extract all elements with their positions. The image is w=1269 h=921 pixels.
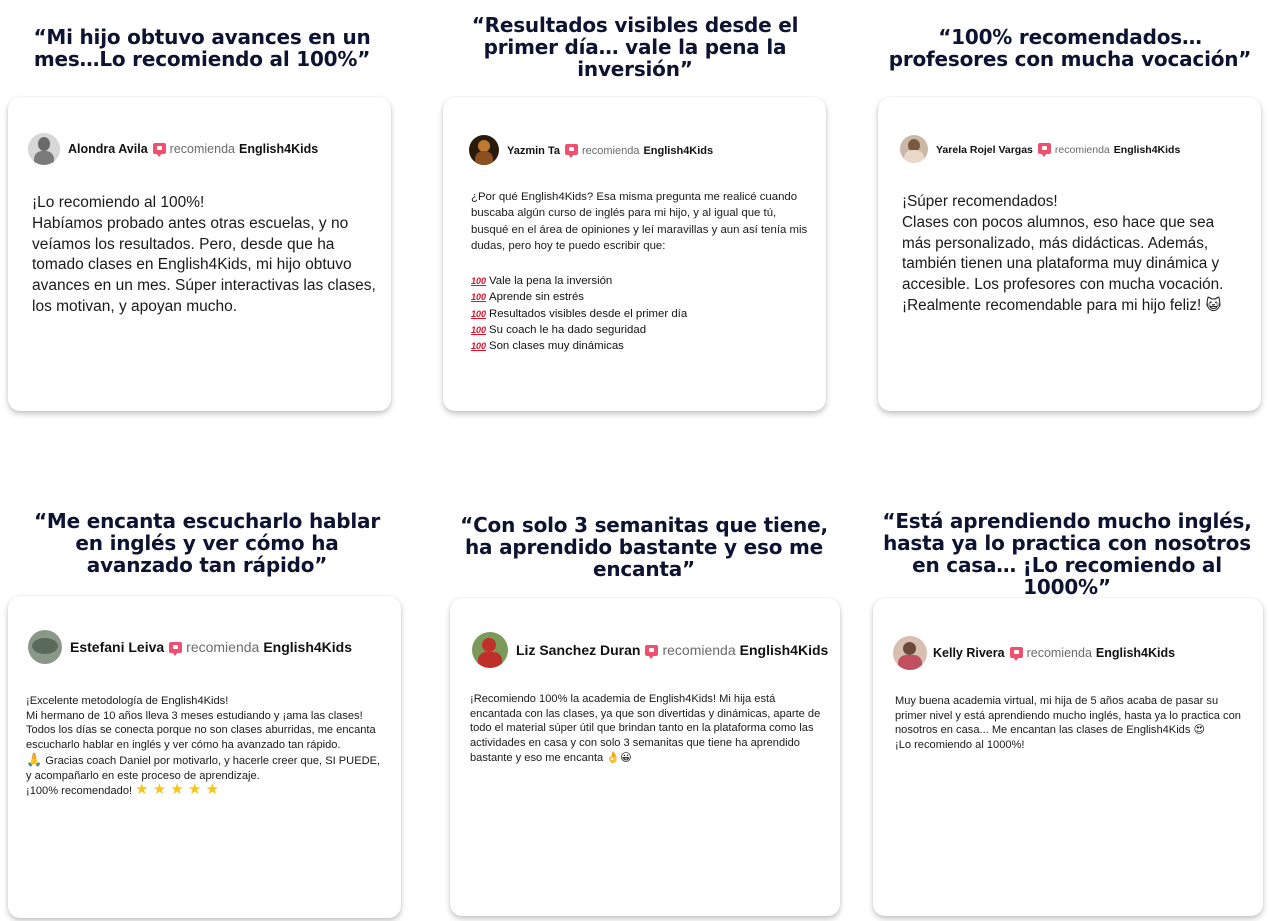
avatar (472, 632, 508, 668)
author-name[interactable]: Alondra Avila (68, 142, 148, 156)
testimonial-headline-4: “Me encanta escucharlo hablar en inglés … (33, 509, 381, 577)
author-name[interactable]: Yarela Rojel Vargas (936, 144, 1033, 156)
review-text: ¡Excelente metodología de English4Kids! … (26, 695, 376, 752)
avatar (893, 636, 927, 670)
benefits-list: 100 Vale la pena la inversión 100 Aprende … (471, 273, 687, 354)
review-text: ¡Súper recomendados! Clases con pocos al… (902, 193, 1224, 314)
avatar (28, 133, 60, 165)
recommend-icon (564, 143, 578, 158)
recommend-label: recomienda (186, 639, 260, 655)
list-item: 100 Vale la pena la inversión (471, 273, 687, 289)
testimonial-headline-2: “Resultados visibles desde el primer día… (471, 13, 799, 81)
heart-eyes-icon: 😍 (1193, 724, 1206, 737)
avatar (900, 135, 928, 163)
review-text: Muy buena academia virtual, mi hija de 5… (895, 695, 1245, 737)
testimonial-card-6: Kelly Rivera recomienda English4Kids Muy b… (873, 598, 1263, 916)
closing-line: ¡100% recomendado! ★ ★ ★ ★ ★ (26, 781, 220, 799)
brand-link[interactable]: English4Kids (1114, 144, 1181, 156)
brand-link[interactable]: English4Kids (263, 639, 352, 655)
testimonial-headline-6: “Está aprendiendo mucho inglés, hasta ya… (882, 509, 1252, 599)
brand-link[interactable]: English4Kids (643, 145, 713, 157)
list-item: 100 Resultados visibles desde el primer d… (471, 306, 687, 322)
recommend-icon (1037, 142, 1051, 157)
author-name[interactable]: Estefani Leiva (70, 639, 164, 655)
emoji-icons: 👌😀 (606, 751, 632, 764)
thanks-line: 🙏 Gracias coach Daniel por motivarlo, y … (26, 751, 381, 782)
hundred-points-icon: 100 (471, 341, 487, 352)
brand-link[interactable]: English4Kids (740, 642, 829, 658)
avatar (28, 630, 62, 664)
brand-link[interactable]: English4Kids (1096, 646, 1175, 660)
cat-emoji-icon: 😺 (1205, 296, 1222, 314)
recommend-icon (152, 143, 166, 157)
closing-line: ¡Lo recomiendo al 1000%! (895, 739, 1025, 752)
recommend-label: recomienda (662, 642, 736, 658)
hundred-points-icon: 100 (471, 308, 487, 319)
recommend-label: recomienda (581, 144, 640, 157)
hundred-points-icon: 100 (471, 292, 487, 303)
review-text: ¿Por qué English4Kids? Esa misma pregunt… (471, 191, 811, 252)
testimonial-card-4: Estefani Leiva recomienda English4Kids ¡Ex… (8, 596, 401, 918)
praying-hands-icon: 🙏 (26, 751, 43, 767)
testimonial-card-5: Liz Sanchez Duran recomienda English4Kids … (450, 598, 840, 916)
hundred-points-icon: 100 (471, 324, 487, 335)
recommend-icon (1009, 647, 1023, 661)
list-item: 100 Su coach le ha dado seguridad (471, 322, 687, 338)
star-icons: ★ ★ ★ ★ ★ (135, 781, 220, 799)
list-item: 100 Son clases muy dinámicas (471, 338, 687, 354)
avatar (469, 135, 499, 165)
testimonial-headline-3: “100% recomendados… profesores con mucha… (888, 25, 1252, 71)
brand-link[interactable]: English4Kids (239, 142, 318, 156)
recommend-label: recomienda (169, 142, 235, 156)
testimonial-card-2: Yazmin Ta recomienda English4Kids ¿Por qué… (443, 97, 826, 411)
author-name[interactable]: Kelly Rivera (933, 646, 1005, 660)
testimonial-headline-1: “Mi hijo obtuvo avances en un mes…Lo rec… (33, 25, 371, 71)
review-text: ¡Recomiendo 100% la academia de English4… (470, 693, 824, 764)
hundred-points-icon: 100 (471, 276, 487, 286)
review-text: ¡Lo recomiendo al 100%! Habíamos probado… (32, 194, 376, 315)
author-name[interactable]: Yazmin Ta (507, 145, 560, 157)
testimonial-card-1: Alondra Avila recomienda English4Kids ¡Lo … (8, 97, 391, 411)
list-item: 100 Aprende sin estrés (471, 289, 687, 305)
recommend-label: recomienda (1026, 646, 1092, 660)
author-name[interactable]: Liz Sanchez Duran (516, 642, 640, 658)
recommend-icon (645, 645, 659, 659)
recommend-icon (169, 642, 183, 656)
recommend-label: recomienda (1054, 143, 1110, 156)
testimonial-card-3: Yarela Rojel Vargas recomienda English4Kid… (878, 97, 1261, 411)
testimonial-headline-5: “Con solo 3 semanitas que tiene, ha apre… (460, 513, 828, 581)
